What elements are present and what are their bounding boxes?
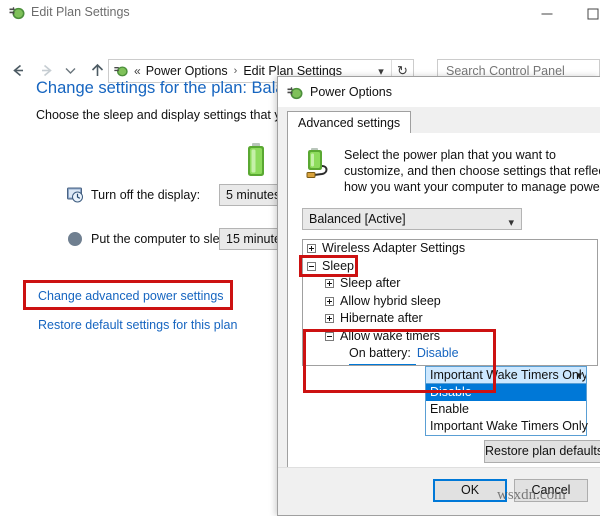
dropdown-option[interactable]: Important Wake Timers Only — [426, 418, 588, 435]
tree-row-label: Hibernate after — [340, 311, 423, 325]
back-button[interactable] — [6, 58, 30, 82]
dialog-description: Select the power plan that you want to c… — [344, 148, 600, 194]
highlight-box-sleep — [299, 255, 358, 277]
highlight-box-allow-wake-timers — [303, 329, 496, 393]
power-plan-select[interactable]: Balanced [Active] ▾ — [302, 208, 522, 230]
minimize-icon — [541, 13, 552, 15]
control-panel-titlebar: Edit Plan Settings — [0, 0, 600, 28]
chevron-down-icon — [65, 68, 75, 74]
sleep-label: Put the computer to sleep: — [91, 232, 237, 246]
breadcrumb-power-options[interactable]: Power Options — [146, 64, 228, 78]
dialog-titlebar: Power Options — [278, 77, 600, 107]
watermark: wsxdn.com — [497, 487, 566, 503]
chevron-down-icon: ▾ — [508, 217, 514, 229]
power-plug-icon — [8, 4, 26, 22]
tree-row-label: Sleep after — [340, 276, 401, 290]
display-off-icon — [66, 186, 84, 204]
breadcrumb-overflow[interactable]: « — [134, 64, 141, 78]
back-arrow-icon — [12, 64, 23, 77]
tabstrip: Advanced settings — [287, 111, 600, 134]
ok-button[interactable]: OK — [433, 479, 507, 502]
tree-row-label: Allow hybrid sleep — [340, 293, 441, 308]
up-arrow-icon — [91, 63, 103, 76]
dropdown-option[interactable]: Enable — [426, 401, 586, 418]
minimize-button[interactable] — [524, 0, 569, 28]
maximize-icon — [587, 8, 598, 20]
tree-row[interactable]: Allow hybrid sleep — [303, 293, 597, 311]
tree-row[interactable]: Sleep after — [303, 275, 597, 293]
expand-icon[interactable] — [325, 296, 334, 306]
expand-icon[interactable] — [307, 244, 316, 254]
expand-icon[interactable] — [325, 279, 334, 289]
battery-plug-icon — [300, 148, 334, 180]
restore-default-settings-link[interactable]: Restore default settings for this plan — [38, 318, 237, 332]
chevron-down-icon: ▾ — [576, 370, 582, 382]
window-title: Edit Plan Settings — [31, 5, 130, 19]
breadcrumb-separator: › — [233, 65, 238, 77]
tab-advanced-settings[interactable]: Advanced settings — [287, 111, 412, 134]
tree-row-label: Wireless Adapter Settings — [322, 241, 466, 255]
forward-arrow-icon — [41, 64, 52, 77]
highlight-box-advanced-link — [23, 280, 233, 310]
dialog-title: Power Options — [310, 85, 392, 99]
battery-icon — [245, 143, 267, 177]
expand-icon[interactable] — [325, 314, 334, 324]
address-bar: « Power Options › Edit Plan Settings ▾ ↻… — [0, 28, 600, 83]
sleep-moon-icon — [66, 230, 84, 248]
screen: Edit Plan Settings « Power Options › Edi… — [0, 0, 600, 516]
restore-plan-defaults-button[interactable]: Restore plan defaults — [484, 440, 600, 463]
turn-off-display-label: Turn off the display: — [91, 188, 201, 202]
power-plan-value: Balanced [Active] — [309, 212, 406, 226]
maximize-button[interactable] — [570, 0, 600, 28]
power-plug-icon — [286, 84, 304, 102]
tree-row[interactable]: Hibernate after — [303, 310, 597, 328]
power-plug-icon — [113, 63, 129, 79]
